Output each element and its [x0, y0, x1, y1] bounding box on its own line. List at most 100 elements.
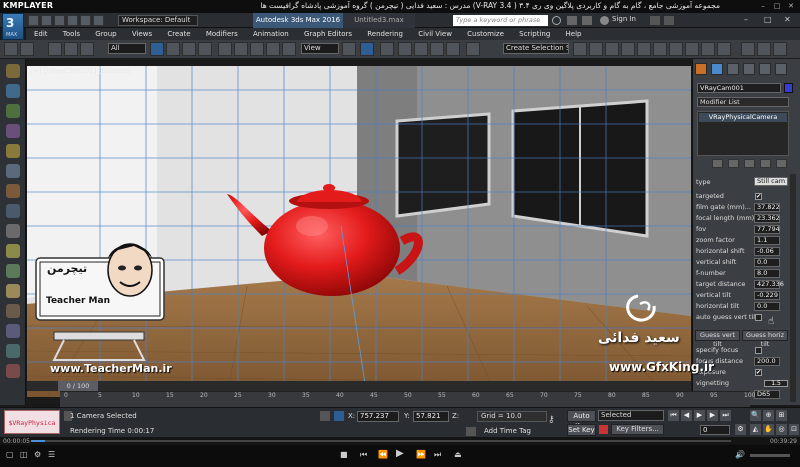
- pin-stack-icon[interactable]: [712, 159, 723, 168]
- percent-snap-icon[interactable]: [430, 42, 444, 56]
- max-minimize-icon[interactable]: –: [744, 15, 748, 24]
- next-frame-icon[interactable]: ▶: [707, 410, 718, 421]
- zoom-icon[interactable]: 🔍: [750, 410, 761, 421]
- maximize-icon[interactable]: □: [772, 2, 782, 11]
- vray-dome-icon[interactable]: [6, 104, 20, 118]
- param-checkbox[interactable]: [755, 314, 762, 321]
- param-spinner[interactable]: 0.0: [754, 258, 780, 267]
- player-prev-icon[interactable]: ⏮: [360, 450, 367, 460]
- menu-views[interactable]: Views: [132, 28, 152, 40]
- new-scene-icon[interactable]: [28, 15, 39, 26]
- player-settings-icon[interactable]: ⚙: [34, 450, 41, 459]
- param-spinner[interactable]: -0.06: [754, 247, 780, 256]
- param-spinner[interactable]: 0.0: [754, 302, 780, 311]
- bind-spacewarp-icon[interactable]: [80, 42, 94, 56]
- hierarchy-tab-icon[interactable]: [727, 63, 739, 75]
- window-crossing-icon[interactable]: [198, 42, 212, 56]
- named-selection-set-dropdown[interactable]: Create Selection Se: [503, 43, 569, 54]
- object-color-swatch[interactable]: [784, 83, 793, 93]
- menu-scripting[interactable]: Scripting: [519, 28, 550, 40]
- menu-group[interactable]: Group: [95, 28, 116, 40]
- vray-light-icon[interactable]: [6, 64, 20, 78]
- minimize-icon[interactable]: –: [758, 2, 768, 11]
- unlink-icon[interactable]: [64, 42, 78, 56]
- field-of-view-icon[interactable]: ◭: [750, 424, 761, 435]
- pivot-icon[interactable]: [282, 42, 296, 56]
- menu-graph-editors[interactable]: Graph Editors: [304, 28, 352, 40]
- menu-animation[interactable]: Animation: [253, 28, 289, 40]
- go-to-start-icon[interactable]: ⏮: [668, 410, 679, 421]
- auto-key-button[interactable]: Auto Key: [567, 410, 596, 430]
- param-spinner[interactable]: 427.336: [754, 280, 784, 289]
- make-unique-icon[interactable]: [744, 159, 755, 168]
- vray-fur-icon[interactable]: [6, 164, 20, 178]
- keyboard-shortcut-icon[interactable]: [380, 42, 394, 56]
- command-panel-scrollbar[interactable]: [790, 174, 796, 402]
- player-playlist-icon[interactable]: ☰: [48, 450, 55, 459]
- edit-named-sets-icon[interactable]: [466, 42, 480, 56]
- guess-horiz-tilt-button[interactable]: Guess horiz tilt: [742, 330, 788, 348]
- time-slider-thumb[interactable]: 0 / 100: [58, 381, 98, 391]
- key-mode-dropdown[interactable]: Selected: [598, 410, 664, 421]
- menu-civil-view[interactable]: Civil View: [418, 28, 452, 40]
- object-name-field[interactable]: VRayCam001: [697, 83, 781, 93]
- undo-toolbar-icon[interactable]: [4, 42, 18, 56]
- maxscript-listener[interactable]: $VRayPhysica: [4, 410, 60, 434]
- menu-create[interactable]: Create: [167, 28, 190, 40]
- angle-snap-icon[interactable]: [414, 42, 428, 56]
- maximize-viewport-icon[interactable]: ⊡: [789, 424, 799, 435]
- key-filters-button[interactable]: Key Filters...: [611, 424, 664, 435]
- workspace-dropdown[interactable]: Workspace: Default: [118, 15, 198, 26]
- menu-customize[interactable]: Customize: [467, 28, 504, 40]
- camera-type-dropdown[interactable]: Still cam: [754, 177, 788, 186]
- layer-explorer-icon[interactable]: [605, 42, 619, 56]
- menu-modifiers[interactable]: Modifiers: [206, 28, 238, 40]
- binoculars-icon[interactable]: [567, 16, 577, 25]
- lock-selection-icon[interactable]: [320, 411, 330, 421]
- use-pivot-center-icon[interactable]: [342, 42, 356, 56]
- display-tab-icon[interactable]: [759, 63, 771, 75]
- vray-toolbar-icon[interactable]: [773, 42, 787, 56]
- select-move-icon[interactable]: [218, 42, 232, 56]
- zoom-extents-icon[interactable]: ⊞: [776, 410, 787, 421]
- material-editor-icon[interactable]: [669, 42, 683, 56]
- vray-options-icon[interactable]: [6, 364, 20, 378]
- vray-sphere-icon[interactable]: [6, 204, 20, 218]
- redo-icon[interactable]: [80, 15, 91, 26]
- param-spinner[interactable]: 1.1: [754, 236, 780, 245]
- modifier-list-dropdown[interactable]: Modifier List: [697, 97, 789, 107]
- redo-toolbar-icon[interactable]: [20, 42, 34, 56]
- player-play-icon[interactable]: ▶: [396, 448, 404, 459]
- vray-lister-icon[interactable]: [6, 344, 20, 358]
- vray-proxy-icon[interactable]: [6, 124, 20, 138]
- vray-material-icon[interactable]: [6, 264, 20, 278]
- volume-icon[interactable]: 🔊: [735, 450, 745, 459]
- reference-coordinate-dropdown[interactable]: View: [301, 43, 339, 54]
- set-keys-icon[interactable]: [599, 425, 608, 434]
- open-file-icon[interactable]: [41, 15, 52, 26]
- menu-rendering[interactable]: Rendering: [367, 28, 403, 40]
- param-checkbox[interactable]: 1.5: [764, 380, 788, 387]
- curve-editor-icon[interactable]: [637, 42, 651, 56]
- graphite-ribbon-icon[interactable]: [621, 42, 635, 56]
- player-next-icon[interactable]: ⏭: [434, 450, 441, 460]
- vray-plane-icon[interactable]: [6, 184, 20, 198]
- modify-tab-icon[interactable]: [711, 63, 723, 75]
- save-file-icon[interactable]: [54, 15, 65, 26]
- help-icon[interactable]: [664, 16, 674, 25]
- param-checkbox[interactable]: ✔: [755, 369, 762, 376]
- search-input[interactable]: Type a keyword or phrase: [453, 15, 548, 26]
- exchange-icon[interactable]: [650, 16, 660, 25]
- player-rewind-icon[interactable]: ⏪: [378, 450, 388, 459]
- vray-vfb-icon[interactable]: [6, 244, 20, 258]
- param-spinner[interactable]: -0.229: [754, 291, 780, 300]
- vray-ball-icon[interactable]: [6, 284, 20, 298]
- sign-in-link[interactable]: Sign In: [612, 15, 636, 23]
- show-end-result-icon[interactable]: [728, 159, 739, 168]
- param-checkbox[interactable]: ✔: [755, 193, 762, 200]
- vray-ies-icon[interactable]: [6, 144, 20, 158]
- time-config-icon[interactable]: ⚙: [735, 424, 746, 435]
- close-icon[interactable]: ✕: [786, 2, 796, 11]
- param-spinner[interactable]: 200.0: [754, 357, 780, 366]
- absolute-mode-icon[interactable]: [334, 411, 344, 421]
